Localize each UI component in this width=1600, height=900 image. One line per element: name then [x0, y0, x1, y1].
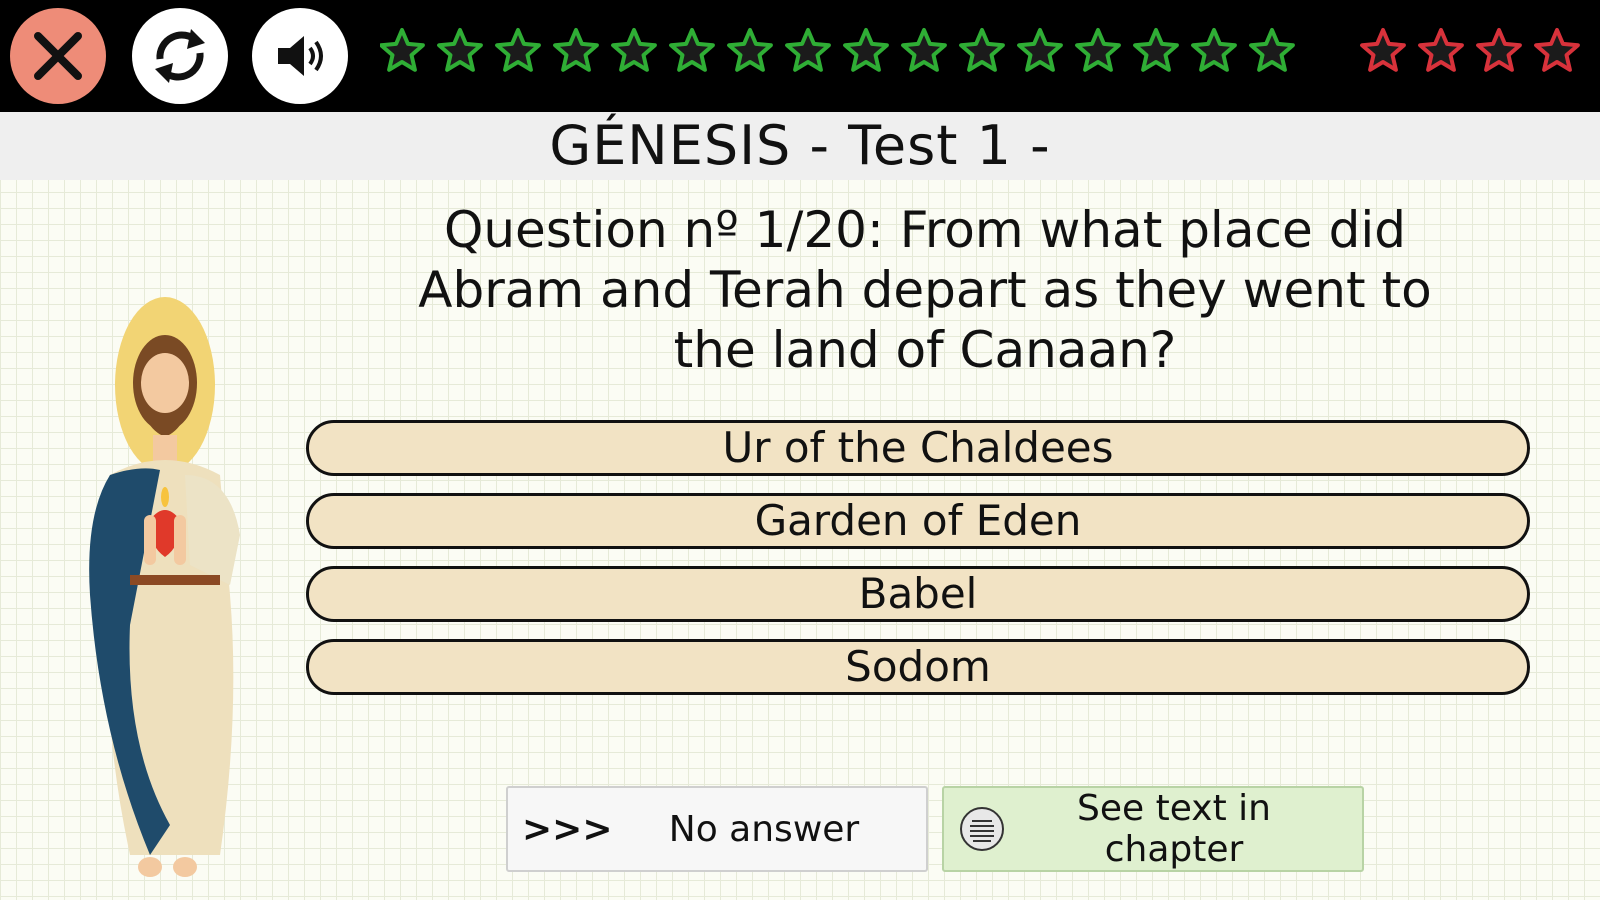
restart-button[interactable] [132, 8, 228, 104]
progress-star-empty [437, 28, 483, 72]
close-icon [34, 32, 82, 80]
top-bar [0, 0, 1600, 112]
progress-star-empty [669, 28, 715, 72]
see-text-label: See text in chapter [1077, 788, 1271, 870]
see-text-in-chapter-button[interactable]: See text in chapter [942, 786, 1364, 872]
progress-star-empty [843, 28, 889, 72]
progress-star-empty [380, 28, 425, 72]
no-answer-label: No answer [668, 808, 860, 850]
progress-star-empty [1075, 28, 1121, 72]
refresh-icon [155, 29, 205, 83]
sound-button[interactable] [252, 8, 348, 104]
jesus-illustration [89, 297, 240, 877]
answer-option-1[interactable]: Ur of the Chaldees [306, 420, 1530, 476]
progress-star-empty [727, 28, 773, 72]
test-title: GÉNESIS - Test 1 - [549, 114, 1051, 177]
progress-star-empty [495, 28, 541, 72]
answer-option-3[interactable]: Babel [306, 566, 1530, 622]
title-bar: GÉNESIS - Test 1 - [0, 112, 1600, 180]
chapter-text-icon [960, 807, 1004, 851]
progress-star-empty [1191, 28, 1237, 72]
progress-star-empty [553, 28, 599, 72]
no-answer-button[interactable]: >>> No answer [506, 786, 928, 872]
progress-star-empty [1133, 28, 1179, 72]
progress-star-empty [901, 28, 947, 72]
progress-star-empty [611, 28, 657, 72]
question-text: Question nº 1/20: From what place did Ab… [418, 201, 1432, 379]
answer-option-2[interactable]: Garden of Eden [306, 493, 1530, 549]
error-star [1418, 28, 1464, 72]
answer-option-4[interactable]: Sodom [306, 639, 1530, 695]
progress-star-empty [1017, 28, 1063, 72]
error-star [1534, 28, 1580, 72]
error-star [1476, 28, 1522, 72]
progress-star-empty [959, 28, 1005, 72]
star-progress-row [380, 28, 1580, 72]
progress-star-empty [785, 28, 831, 72]
speaker-icon [278, 36, 323, 76]
close-button[interactable] [10, 8, 106, 104]
skip-arrows-icon: >>> [522, 808, 613, 850]
progress-star-empty [1249, 28, 1295, 72]
error-star [1360, 28, 1406, 72]
